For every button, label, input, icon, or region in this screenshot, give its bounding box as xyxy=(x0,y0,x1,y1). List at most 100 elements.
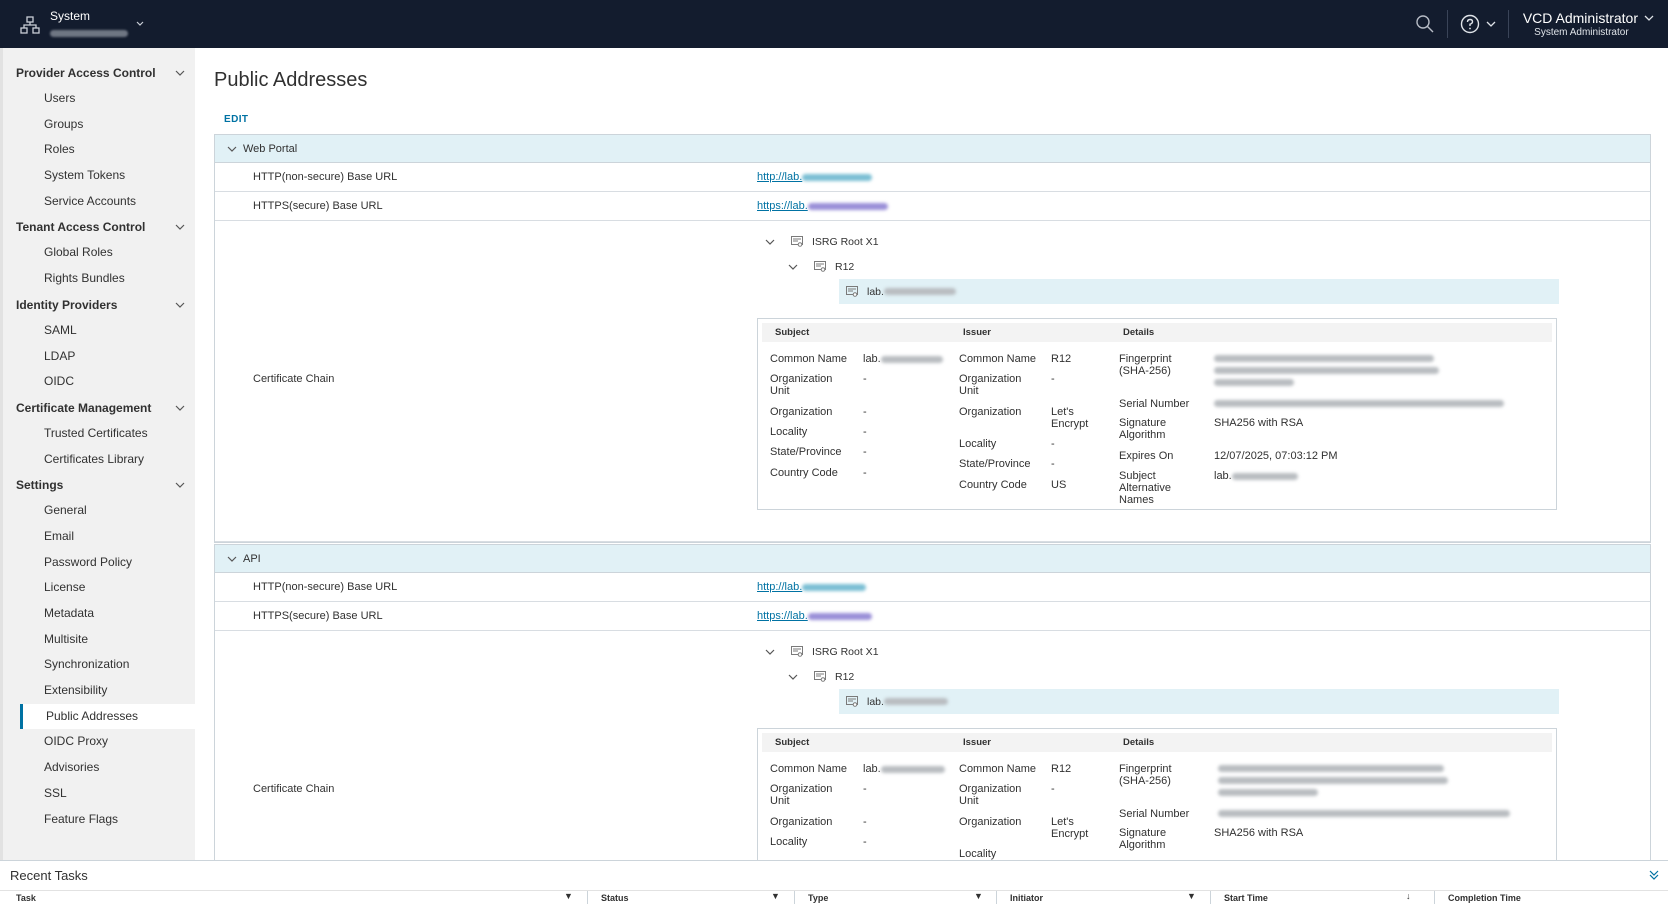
sidebar-item-extensibility[interactable]: Extensibility xyxy=(3,678,195,704)
help-menu-button[interactable] xyxy=(1448,14,1508,34)
sidebar-group-tenant-access-control[interactable]: Tenant Access Control xyxy=(3,214,195,240)
chevron-down-icon xyxy=(227,146,237,152)
column-header-start-time[interactable]: Start Time xyxy=(1224,893,1268,903)
web-portal-section-header[interactable]: Web Portal xyxy=(215,134,1650,163)
api-section-header[interactable]: API xyxy=(215,544,1650,573)
certificate-tree: ISRG Root X1 R12 lab. xyxy=(763,639,1559,714)
edit-button[interactable]: EDIT xyxy=(224,114,248,125)
sidebar-group-identity-providers[interactable]: Identity Providers xyxy=(3,292,195,318)
sidebar-item-public-addresses[interactable]: Public Addresses xyxy=(20,703,195,730)
column-header-type[interactable]: Type xyxy=(808,893,828,903)
sidebar-item-global-roles[interactable]: Global Roles xyxy=(3,240,195,266)
sidebar-item-roles[interactable]: Roles xyxy=(3,137,195,163)
sidebar-group-provider-access-control[interactable]: Provider Access Control xyxy=(3,60,195,86)
filter-icon[interactable]: ▼ xyxy=(1187,891,1196,901)
tree-node-root[interactable]: ISRG Root X1 xyxy=(763,229,1559,254)
subject-cn-value: lab. xyxy=(863,353,943,365)
chevron-down-icon xyxy=(765,649,775,655)
sidebar-item-multisite[interactable]: Multisite xyxy=(3,627,195,653)
column-divider xyxy=(996,891,997,904)
expires-key: Expires On xyxy=(1119,450,1174,462)
signature-key: Signature Algorithm xyxy=(1119,827,1167,851)
serial-key: Serial Number xyxy=(1119,398,1190,410)
sidebar-group-certificate-management[interactable]: Certificate Management xyxy=(3,395,195,421)
issuer-ou-value: - xyxy=(1051,373,1055,385)
filter-icon[interactable]: ▼ xyxy=(771,891,780,901)
chevron-down-icon xyxy=(1644,15,1654,21)
section-label: Web Portal xyxy=(243,143,298,155)
issuer-cn-key: Common Name xyxy=(959,763,1037,775)
https-url-link[interactable]: https://lab. xyxy=(757,192,808,221)
issuer-ou-value: - xyxy=(1051,783,1055,795)
sidebar-item-advisories[interactable]: Advisories xyxy=(3,755,195,781)
http-url-link[interactable]: http://lab. xyxy=(757,163,802,192)
sidebar-item-rights-bundles[interactable]: Rights Bundles xyxy=(3,266,195,292)
chevron-down-icon xyxy=(136,21,144,26)
subject-ou-key: Organization Unit xyxy=(770,783,833,807)
sidebar-item-password-policy[interactable]: Password Policy xyxy=(3,550,195,576)
tree-node-intermediate[interactable]: R12 xyxy=(763,664,1559,689)
column-header-completion-time[interactable]: Completion Time xyxy=(1448,893,1521,903)
column-header-status[interactable]: Status xyxy=(601,893,629,903)
tree-node-label: ISRG Root X1 xyxy=(812,235,879,248)
double-chevron-down-icon[interactable] xyxy=(1648,869,1660,881)
tree-node-intermediate[interactable]: R12 xyxy=(763,254,1559,279)
column-header-task[interactable]: Task xyxy=(16,893,36,903)
tree-node-leaf[interactable]: lab. xyxy=(839,689,1559,714)
sidebar-item-oidc[interactable]: OIDC xyxy=(3,369,195,395)
recent-tasks-bar[interactable]: Recent Tasks xyxy=(0,860,1668,890)
column-header-initiator[interactable]: Initiator xyxy=(1010,893,1043,903)
page-title: Public Addresses xyxy=(214,69,368,91)
issuer-org-value: Let's Encrypt xyxy=(1051,816,1089,840)
subject-ou-key: Organization Unit xyxy=(770,373,833,397)
sidebar-item-ssl[interactable]: SSL xyxy=(3,781,195,807)
http-url-link[interactable]: http://lab. xyxy=(757,573,802,602)
https-url-row: HTTPS(secure) Base URL https://lab. xyxy=(215,602,1650,631)
certificate-icon xyxy=(814,671,826,682)
certificate-icon xyxy=(846,696,858,707)
sidebar-item-email[interactable]: Email xyxy=(3,524,195,550)
sidebar-item-synchronization[interactable]: Synchronization xyxy=(3,652,195,678)
issuer-state-key: State/Province xyxy=(959,458,1031,470)
sidebar-item-groups[interactable]: Groups xyxy=(3,112,195,138)
san-value: lab. xyxy=(1214,470,1298,482)
sidebar-item-certificates-library[interactable]: Certificates Library xyxy=(3,447,195,473)
filter-icon[interactable]: ▼ xyxy=(974,891,983,901)
sidebar-item-users[interactable]: Users xyxy=(3,86,195,112)
sidebar-item-service-accounts[interactable]: Service Accounts xyxy=(3,189,195,215)
sidebar-group-settings[interactable]: Settings xyxy=(3,472,195,498)
redacted-text xyxy=(880,765,945,773)
redacted-text xyxy=(807,613,872,620)
subject-state-key: State/Province xyxy=(770,446,842,458)
sidebar-item-ldap[interactable]: LDAP xyxy=(3,344,195,370)
subject-locality-key: Locality xyxy=(770,836,808,848)
sidebar-item-oidc-proxy[interactable]: OIDC Proxy xyxy=(3,729,195,755)
redacted-text xyxy=(1218,810,1510,817)
tree-node-root[interactable]: ISRG Root X1 xyxy=(763,639,1559,664)
sidebar-item-saml[interactable]: SAML xyxy=(3,318,195,344)
user-menu[interactable]: VCD Administrator System Administrator xyxy=(1509,10,1668,38)
chevron-down-icon xyxy=(788,264,798,270)
issuer-cn-value: R12 xyxy=(1051,763,1072,775)
issuer-org-value: Let's Encrypt xyxy=(1051,406,1089,430)
sidebar-item-feature-flags[interactable]: Feature Flags xyxy=(3,807,195,833)
search-button[interactable] xyxy=(1403,14,1447,34)
sort-descending-icon[interactable]: ↓ xyxy=(1406,891,1411,901)
sidebar-group-label: Provider Access Control xyxy=(16,66,156,80)
issuer-header: Issuer xyxy=(963,327,991,338)
certificate-tree: ISRG Root X1 R12 lab. xyxy=(763,229,1559,304)
tree-node-label: ISRG Root X1 xyxy=(812,645,879,658)
sidebar-item-metadata[interactable]: Metadata xyxy=(3,601,195,627)
tree-node-leaf[interactable]: lab. xyxy=(839,279,1559,304)
help-icon xyxy=(1460,14,1480,34)
signature-key: Signature Algorithm xyxy=(1119,417,1167,441)
filter-icon[interactable]: ▼ xyxy=(564,891,573,901)
sidebar-item-license[interactable]: License xyxy=(3,575,195,601)
context-switcher[interactable]: System xyxy=(20,9,144,39)
issuer-country-value: US xyxy=(1051,479,1067,491)
sidebar-item-trusted-certificates[interactable]: Trusted Certificates xyxy=(3,421,195,447)
sidebar-item-general[interactable]: General xyxy=(3,498,195,524)
redacted-text xyxy=(802,584,867,591)
sidebar-item-system-tokens[interactable]: System Tokens xyxy=(3,163,195,189)
https-url-link[interactable]: https://lab. xyxy=(757,602,808,631)
